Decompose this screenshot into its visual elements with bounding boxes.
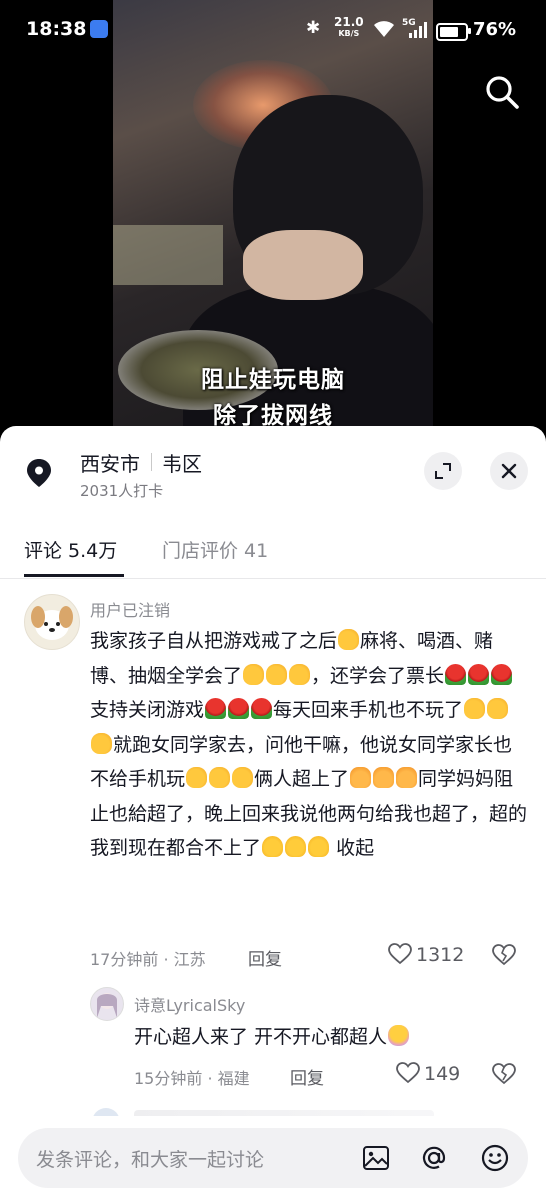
location-divider — [151, 453, 152, 471]
thumbs-up-emoji — [243, 663, 265, 685]
status-bar: 18:38 ✱ 21.0 KB/S 5G 76% — [0, 0, 546, 60]
search-icon[interactable] — [482, 72, 522, 112]
net-speed: 21.0 KB/S — [334, 15, 364, 39]
pray-emoji — [396, 767, 418, 788]
comment-text-5: 每天回来手机也不玩了 — [273, 699, 464, 721]
reply-body: 开心超人来了 开不开心都超人 — [134, 1022, 410, 1049]
battery-fill — [440, 27, 458, 37]
like-count: 149 — [424, 1063, 461, 1085]
checkin-count: 2031人打卡 — [80, 482, 164, 500]
comment-sheet: 西安市 韦区 2031人打卡 评论 5.4万 门店评价 41 用户已注销 我家孩… — [0, 426, 546, 1200]
finger-heart-emoji — [285, 836, 307, 857]
like-button[interactable]: 149 — [396, 1062, 460, 1085]
heart-icon — [396, 1062, 420, 1084]
rose-emoji — [251, 698, 273, 719]
thumbs-up-emoji — [209, 767, 231, 788]
like-button[interactable]: 1312 — [388, 943, 464, 966]
emoji-icon[interactable] — [480, 1143, 510, 1173]
expand-icon — [435, 463, 451, 479]
rose-emoji — [228, 698, 250, 719]
net-speed-value: 21.0 — [334, 15, 364, 29]
expand-button[interactable] — [424, 452, 462, 490]
comment-text-3: ，还学会了票长 — [311, 664, 445, 687]
thumbs-up-emoji — [289, 663, 311, 685]
finger-heart-emoji — [262, 836, 284, 857]
comment-input[interactable]: 发条评论，和大家一起讨论 — [18, 1128, 528, 1188]
heart-icon — [388, 943, 412, 965]
comment-text-1: 我家孩子自从把游戏戒了之后 — [90, 630, 338, 652]
battery-icon — [436, 23, 468, 41]
reply-time-location: 15分钟前 · 福建 — [134, 1069, 250, 1088]
thumbs-up-emoji — [338, 629, 360, 650]
pray-emoji — [350, 767, 372, 788]
comment-text-4: 支持关闭游戏 — [90, 699, 205, 721]
broken-heart-icon[interactable] — [492, 1063, 516, 1085]
reply-button[interactable]: 回复 — [248, 945, 282, 970]
thumbs-up-emoji — [91, 732, 112, 754]
active-tab-indicator — [24, 574, 124, 577]
hugging-emoji — [388, 1025, 410, 1046]
video-player[interactable]: 阻止娃玩电脑 除了拔网线 18:38 ✱ 21.0 KB/S 5G 76% — [0, 0, 546, 440]
battery-percent: 76% — [473, 19, 517, 40]
thumbs-up-emoji — [266, 663, 288, 685]
like-count: 1312 — [416, 944, 465, 966]
comment-text-7: 俩人超上了 — [254, 768, 350, 790]
thumbs-up-emoji — [186, 767, 208, 788]
signal-bars-icon — [409, 22, 427, 38]
user-avatar-icon — [97, 993, 117, 1018]
thumbs-up-emoji — [232, 767, 254, 788]
rose-emoji — [468, 663, 490, 685]
collapse-link[interactable]: 收起 — [336, 837, 374, 859]
location-pin-icon — [27, 459, 51, 487]
rose-emoji — [205, 698, 227, 719]
close-icon — [501, 463, 517, 479]
battery-tip — [468, 28, 471, 34]
status-time: 18:38 — [26, 18, 87, 40]
reply-username[interactable]: 诗意LyricalSky — [134, 992, 245, 1016]
comment-input-placeholder: 发条评论，和大家一起讨论 — [36, 1149, 265, 1171]
child-face — [243, 230, 363, 300]
location-city[interactable]: 西安市 — [80, 448, 140, 477]
thumbs-up-emoji — [464, 698, 486, 719]
comment-time-location: 17分钟前 · 江苏 — [90, 950, 206, 969]
video-caption-line2: 除了拔网线 — [213, 403, 333, 429]
location-district[interactable]: 韦区 — [162, 448, 202, 477]
image-icon[interactable] — [361, 1143, 391, 1173]
rose-emoji — [491, 663, 513, 685]
dog-avatar-icon — [31, 606, 73, 640]
broken-heart-icon[interactable] — [492, 944, 516, 966]
comment-tabs: 评论 5.4万 门店评价 41 — [0, 526, 546, 579]
comment-body: 我家孩子自从把游戏戒了之后 麻将、喝酒、赌博、抽烟全学会了 ，还学会了票长支持关闭游… — [90, 624, 530, 866]
tab-comments[interactable]: 评论 5.4万 — [24, 536, 117, 563]
thumbs-up-emoji — [487, 698, 509, 719]
rose-emoji — [445, 663, 467, 685]
video-caption-line1: 阻止娃玩电脑 — [201, 367, 345, 393]
reply-text: 开心超人来了 开不开心都超人 — [134, 1026, 388, 1048]
app-notification-icon — [90, 20, 108, 38]
bluetooth-icon: ✱ — [306, 18, 321, 38]
tab-store-reviews[interactable]: 门店评价 41 — [162, 536, 268, 563]
finger-heart-emoji — [308, 836, 330, 857]
mention-icon[interactable] — [419, 1143, 449, 1173]
avatar[interactable] — [24, 594, 80, 650]
wifi-icon — [374, 21, 394, 37]
net-speed-unit: KB/S — [338, 29, 360, 38]
reply-avatar[interactable] — [90, 987, 124, 1021]
reply-button[interactable]: 回复 — [290, 1064, 324, 1089]
pray-emoji — [373, 767, 395, 788]
close-button[interactable] — [490, 452, 528, 490]
comment-input-bar: 发条评论，和大家一起讨论 — [0, 1116, 546, 1200]
background-table — [113, 225, 223, 285]
comment-username[interactable]: 用户已注销 — [90, 597, 170, 621]
